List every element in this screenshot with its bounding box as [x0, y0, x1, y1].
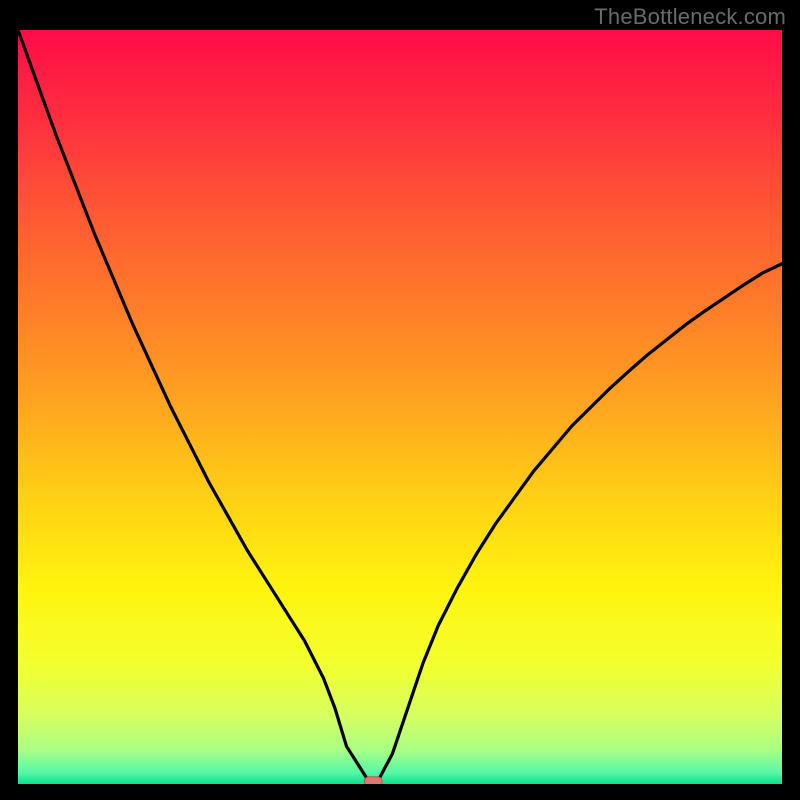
gradient-background	[18, 30, 782, 784]
chart-container: TheBottleneck.com	[0, 0, 800, 800]
bottleneck-chart	[18, 30, 782, 784]
watermark-text: TheBottleneck.com	[594, 4, 786, 30]
optimal-point-marker	[364, 777, 382, 784]
plot-area	[18, 30, 782, 784]
